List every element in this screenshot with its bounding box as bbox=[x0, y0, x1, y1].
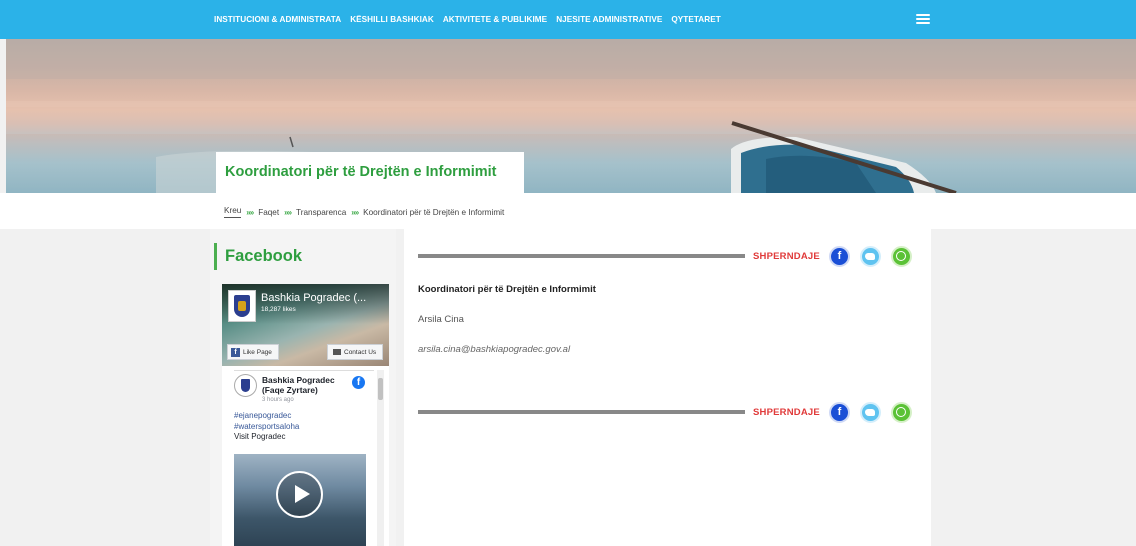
mail-icon bbox=[333, 349, 341, 355]
facebook-share-icon[interactable]: f bbox=[828, 245, 850, 267]
post-line[interactable]: Visit Pogradec bbox=[234, 432, 299, 443]
divider-line bbox=[418, 254, 745, 258]
share-label: SHPERNDAJE bbox=[753, 250, 820, 262]
facebook-heading: Facebook bbox=[225, 247, 303, 265]
main-menu: INSTITUCIONI & ADMINISTRATA KËSHILLI BAS… bbox=[214, 0, 721, 39]
post-text: #ejanepogradec #watersportsaloha Visit P… bbox=[234, 411, 299, 443]
facebook-logo-icon[interactable]: f bbox=[352, 376, 365, 389]
main-content-panel bbox=[404, 229, 931, 546]
nav-item-keshilli[interactable]: KËSHILLI BASHKIAK bbox=[350, 15, 434, 24]
divider-line bbox=[418, 410, 745, 414]
like-page-button[interactable]: f Like Page bbox=[227, 344, 279, 360]
top-navbar: INSTITUCIONI & ADMINISTRATA KËSHILLI BAS… bbox=[0, 0, 1136, 39]
play-icon[interactable] bbox=[276, 471, 323, 518]
breadcrumb-item-transparenca[interactable]: Transparenca bbox=[296, 208, 346, 217]
facebook-f-icon: f bbox=[231, 347, 240, 357]
whatsapp-share-icon[interactable] bbox=[890, 245, 912, 267]
nav-item-aktivitete[interactable]: AKTIVITETE & PUBLIKIME bbox=[443, 15, 547, 24]
coordinator-name: Arsila Cina bbox=[418, 314, 464, 325]
nav-item-njesite[interactable]: NJESITE ADMINISTRATIVE bbox=[556, 15, 662, 24]
content-title: Koordinatori për të Drejtën e Informimit bbox=[418, 284, 596, 295]
hero-banner bbox=[6, 39, 1136, 193]
hero-image bbox=[6, 39, 1136, 193]
post-time[interactable]: 3 hours ago bbox=[262, 397, 294, 403]
page-title-box: Koordinatori për të Drejtën e Informimit bbox=[216, 152, 524, 193]
sidebar-heading: Facebook bbox=[214, 243, 302, 270]
coordinator-email[interactable]: arsila.cina@bashkiapogradec.gov.al bbox=[418, 344, 570, 355]
whatsapp-share-icon[interactable] bbox=[890, 401, 912, 423]
post-video[interactable] bbox=[234, 454, 366, 546]
breadcrumb-separator-icon: »» bbox=[246, 207, 254, 217]
share-label: SHPERNDAJE bbox=[753, 406, 820, 418]
contact-us-label: Contact Us bbox=[344, 348, 377, 356]
breadcrumb-band: Kreu »» Faqet »» Transparenca »» Koordin… bbox=[0, 193, 1136, 229]
page-logo[interactable] bbox=[228, 290, 256, 322]
nav-item-institucioni[interactable]: INSTITUCIONI & ADMINISTRATA bbox=[214, 15, 341, 24]
breadcrumb: Kreu »» Faqet »» Transparenca »» Koordin… bbox=[224, 206, 504, 218]
twitter-share-icon[interactable] bbox=[859, 245, 881, 267]
post-hashtag[interactable]: #watersportsaloha bbox=[234, 422, 299, 433]
contact-us-button[interactable]: Contact Us bbox=[327, 344, 383, 360]
facebook-feed: Bashkia Pogradec (Faqe Zyrtare) 3 hours … bbox=[234, 370, 374, 546]
twitter-share-icon[interactable] bbox=[859, 401, 881, 423]
facebook-share-icon[interactable]: f bbox=[828, 401, 850, 423]
breadcrumb-item-faqet[interactable]: Faqet bbox=[258, 208, 279, 217]
page-title: Koordinatori për të Drejtën e Informimit bbox=[225, 164, 497, 180]
like-page-label: Like Page bbox=[243, 348, 272, 356]
share-bar-top: SHPERNDAJE f bbox=[418, 245, 912, 267]
breadcrumb-item-current: Koordinatori për të Drejtën e Informimit bbox=[363, 207, 505, 217]
breadcrumb-separator-icon: »» bbox=[284, 207, 292, 217]
facebook-likes-count: 18,287 likes bbox=[261, 306, 296, 313]
hamburger-icon[interactable] bbox=[916, 14, 930, 24]
nav-item-qytetaret[interactable]: QYTETARET bbox=[671, 15, 720, 24]
post-hashtag[interactable]: #ejanepogradec bbox=[234, 411, 299, 422]
breadcrumb-separator-icon: »» bbox=[351, 207, 359, 217]
feed-scrollbar-thumb[interactable] bbox=[378, 378, 383, 400]
breadcrumb-home[interactable]: Kreu bbox=[224, 206, 242, 218]
facebook-widget: Bashkia Pogradec (... 18,287 likes f Lik… bbox=[222, 284, 389, 546]
post-author[interactable]: Bashkia Pogradec (Faqe Zyrtare) bbox=[262, 375, 346, 395]
share-bar-bottom: SHPERNDAJE f bbox=[418, 401, 912, 423]
avatar[interactable] bbox=[234, 374, 257, 397]
facebook-page-name[interactable]: Bashkia Pogradec (... bbox=[261, 292, 366, 304]
